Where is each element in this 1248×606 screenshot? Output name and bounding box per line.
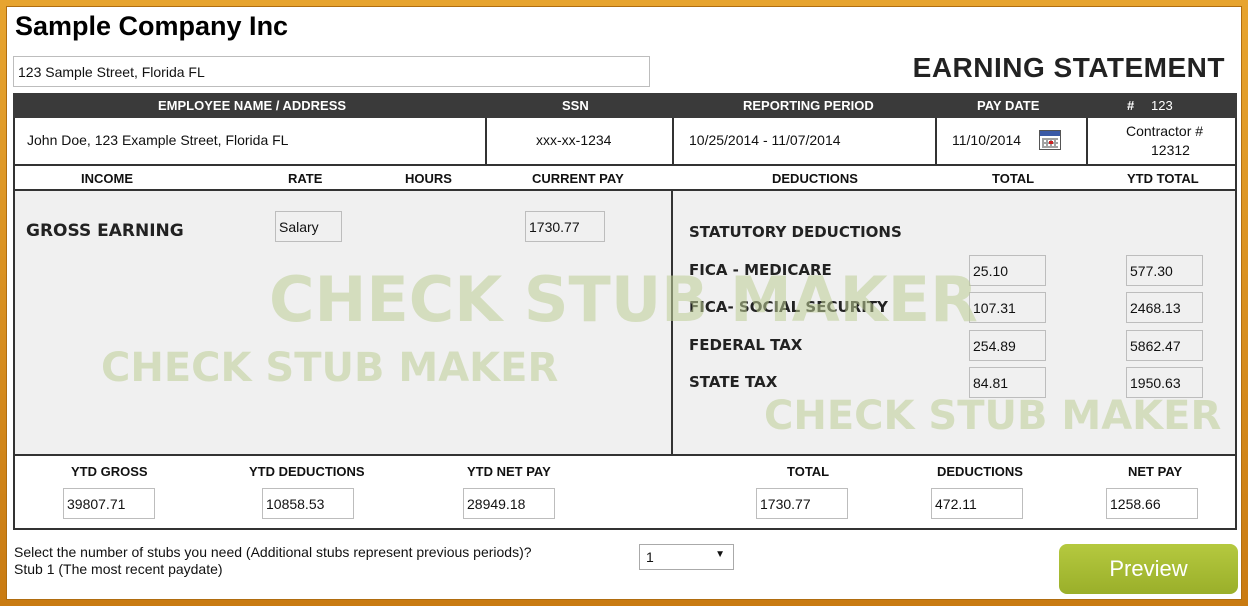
ytd-gross-label: YTD GROSS [71, 464, 148, 479]
watermark-text: CHECK STUB MAKER [764, 393, 1222, 439]
deduction-ytd-input[interactable]: 577.30 [1126, 255, 1203, 286]
period-field[interactable]: 10/25/2014 - 11/07/2014 [689, 132, 841, 148]
page-title: EARNING STATEMENT [912, 52, 1225, 83]
col-income: INCOME [81, 171, 133, 186]
total-label: TOTAL [787, 464, 830, 479]
deduction-total-input[interactable]: 254.89 [969, 330, 1046, 361]
calendar-icon[interactable] [1039, 130, 1061, 150]
stub-form: Sample Company Inc 123 Sample Street, Fl… [6, 6, 1242, 600]
ytd-net-input[interactable]: 28949.18 [463, 488, 555, 519]
deduction-total-input[interactable]: 107.31 [969, 292, 1046, 323]
deductions-total-input[interactable]: 472.11 [931, 488, 1023, 519]
header-pay-date: PAY DATE [977, 98, 1040, 113]
gross-earning-label: GROSS EARNING [26, 221, 184, 241]
watermark-text: CHECK STUB MAKER [101, 345, 559, 391]
col-rate: RATE [288, 171, 323, 186]
deduction-ytd-input[interactable]: 5862.47 [1126, 330, 1203, 361]
col-hours: HOURS [405, 171, 452, 186]
ssn-field[interactable]: xxx-xx-1234 [536, 132, 611, 148]
stub-count-value: 1 [646, 549, 654, 565]
col-total: TOTAL [992, 171, 1035, 186]
divider [485, 118, 487, 164]
employee-name-address[interactable]: John Doe, 123 Example Street, Florida FL [27, 132, 288, 148]
rate-input[interactable]: Salary [275, 211, 342, 242]
ytd-net-label: YTD NET PAY [467, 464, 551, 479]
stub-prompt-text: Select the number of stubs you need (Add… [14, 544, 532, 560]
col-deductions: DEDUCTIONS [772, 171, 858, 186]
watermark-text: CHECK STUB MAKER [269, 263, 978, 336]
ytd-deductions-input[interactable]: 10858.53 [262, 488, 354, 519]
header-hash: # [1127, 98, 1135, 113]
employee-row: John Doe, 123 Example Street, Florida FL… [13, 118, 1237, 166]
company-name: Sample Company Inc [15, 11, 289, 41]
net-pay-label: NET PAY [1128, 464, 1183, 479]
totals-row: YTD GROSS 39807.71 YTD DEDUCTIONS 10858.… [13, 456, 1237, 530]
divider [935, 118, 937, 164]
deduction-total-input[interactable]: 25.10 [969, 255, 1046, 286]
divider [672, 118, 674, 164]
col-current-pay: CURRENT PAY [532, 171, 624, 186]
header-period: REPORTING PERIOD [743, 98, 874, 113]
contractor-label: Contractor # [1126, 123, 1204, 139]
header-ssn: SSN [562, 98, 589, 113]
stub-note-text: Stub 1 (The most recent paydate) [14, 561, 223, 577]
deduction-label: FEDERAL TAX [689, 336, 803, 354]
company-address-input[interactable]: 123 Sample Street, Florida FL [13, 56, 650, 87]
col-ytd-total: YTD TOTAL [1127, 171, 1199, 186]
statutory-deductions-heading: STATUTORY DEDUCTIONS [689, 223, 902, 241]
contractor-number[interactable]: 12312 [1151, 142, 1190, 158]
net-pay-input[interactable]: 1258.66 [1106, 488, 1198, 519]
column-header-row: INCOME RATE HOURS CURRENT PAY DEDUCTIONS… [13, 166, 1237, 191]
stub-count-select[interactable]: 1 ▼ [639, 544, 734, 570]
current-pay-input[interactable]: 1730.77 [525, 211, 605, 242]
ytd-gross-input[interactable]: 39807.71 [63, 488, 155, 519]
deduction-ytd-input[interactable]: 2468.13 [1126, 292, 1203, 323]
divider [1086, 118, 1088, 164]
header-employee: EMPLOYEE NAME / ADDRESS [158, 98, 347, 113]
chevron-down-icon: ▼ [715, 549, 725, 560]
employee-header-bar: EMPLOYEE NAME / ADDRESS SSN REPORTING PE… [13, 93, 1237, 118]
total-input[interactable]: 1730.77 [756, 488, 848, 519]
stub-number[interactable]: 123 [1151, 98, 1173, 113]
deduction-label: STATE TAX [689, 373, 778, 391]
preview-button[interactable]: Preview [1059, 544, 1238, 594]
stub-count-prompt: Select the number of stubs you need (Add… [14, 544, 532, 578]
pay-date-field[interactable]: 11/10/2014 [952, 132, 1021, 148]
ytd-deductions-label: YTD DEDUCTIONS [249, 464, 365, 479]
deductions-total-label: DEDUCTIONS [937, 464, 1023, 479]
